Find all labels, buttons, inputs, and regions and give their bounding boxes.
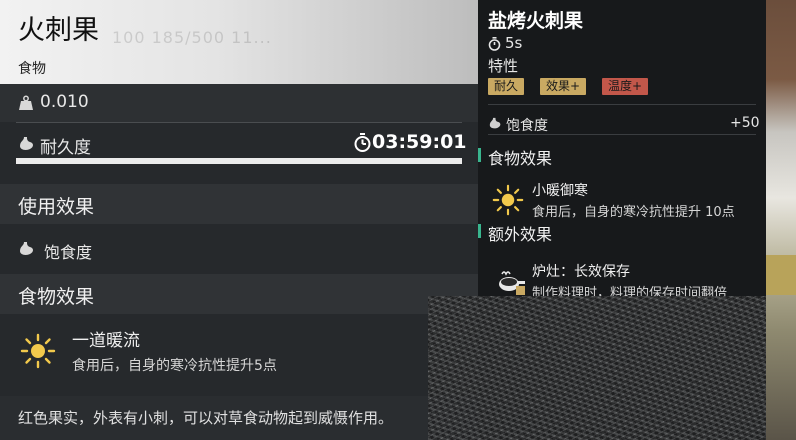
durability-label: 耐久度 [40, 138, 91, 158]
effect-name: 一道暖流 [72, 331, 140, 351]
character-portrait [766, 0, 796, 440]
trait-tag: 耐久 [488, 78, 525, 95]
satiety-value: +50 [730, 115, 760, 131]
cook-time: 5s [505, 34, 523, 52]
divider [488, 134, 756, 135]
food-effect-title: 食物效果 [488, 149, 553, 168]
section-marker [478, 148, 481, 162]
effect-name: 小暖御寒 [532, 183, 588, 199]
satiety-label: 饱食度 [44, 243, 93, 262]
weight-icon [19, 95, 33, 110]
header-ghost-text: 100 185/500 11... [112, 28, 272, 47]
use-effect-title: 使用效果 [18, 196, 95, 218]
effect-description: 食用后，自身的寒冷抗性提升 10点 [532, 205, 735, 220]
sun-icon [20, 333, 56, 369]
item-name: 火刺果 [18, 15, 99, 46]
recipe-title: 盐烤火刺果 [488, 10, 584, 32]
sun-icon [492, 184, 524, 216]
durability-timer: 03:59:01 [372, 131, 467, 153]
trait-tag: 效果+ [540, 78, 587, 95]
traits-label: 特性 [488, 57, 519, 75]
durability-bar-fill [16, 158, 462, 164]
extra-effect-title: 额外效果 [488, 225, 553, 244]
stomach-icon [489, 117, 501, 129]
divider [16, 122, 462, 123]
stove-icon [499, 271, 525, 295]
food-effect-title: 食物效果 [18, 286, 95, 308]
effect-description: 食用后，自身的寒冷抗性提升5点 [72, 358, 277, 374]
noise-overlay [428, 296, 766, 440]
divider [488, 104, 756, 105]
durability-bar [16, 158, 462, 164]
flavor-text: 红色果实，外表有小刺，可以对草食动物起到威慑作用。 [18, 409, 394, 427]
timer-icon [488, 37, 501, 51]
trait-tag: 温度+ [602, 78, 649, 95]
satiety-label: 饱食度 [506, 118, 548, 134]
section-marker [478, 224, 481, 238]
weight-value: 0.010 [40, 92, 89, 112]
extra-effect-name: 炉灶：长效保存 [532, 264, 630, 280]
character-detail [766, 255, 796, 295]
timer-icon [354, 133, 371, 152]
stomach-icon [20, 242, 33, 255]
item-category: 食物 [18, 61, 46, 77]
stomach-icon [20, 137, 33, 150]
